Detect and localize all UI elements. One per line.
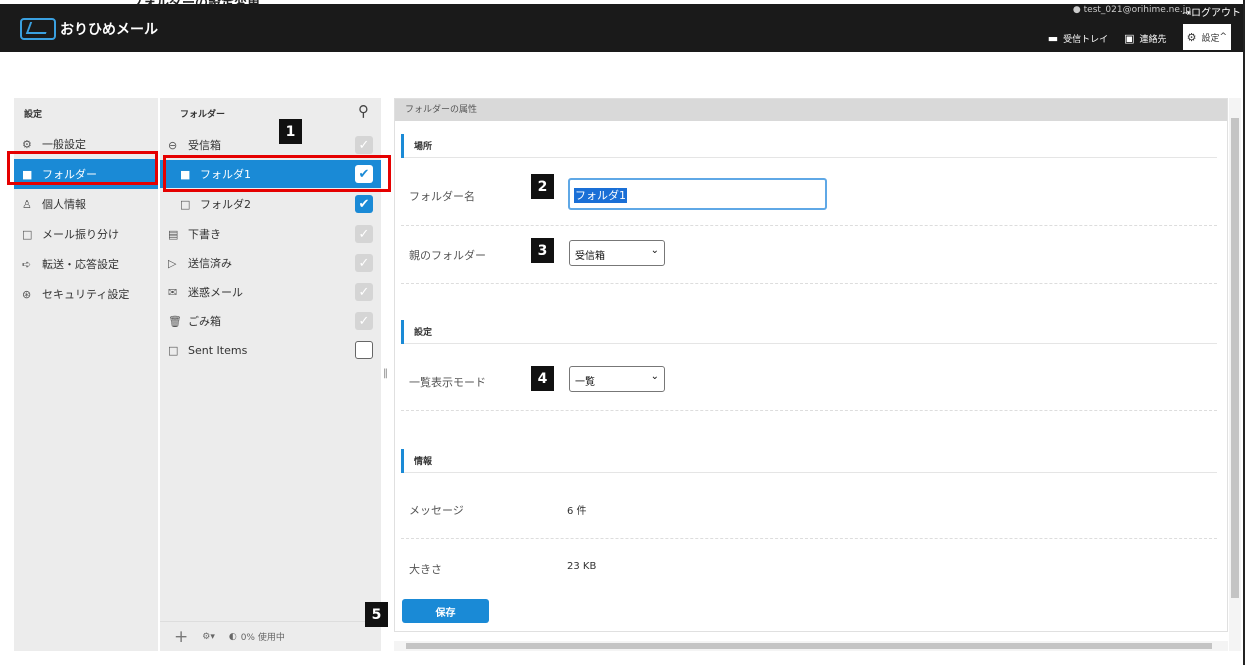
gear-icon: ⚙: [1186, 30, 1197, 44]
logo-text: おりひめメール: [60, 22, 158, 38]
usage-text: 0% 使用中: [240, 633, 285, 643]
person-icon: ♙: [22, 197, 32, 211]
nav-contacts[interactable]: ▣ 連絡先: [1124, 32, 1166, 45]
nav-inbox[interactable]: ▬ 受信トレイ: [1048, 32, 1108, 45]
menu-security[interactable]: ⊛ セキュリティ設定: [14, 279, 158, 309]
save-button[interactable]: 保存: [402, 599, 489, 623]
scroll-thumb[interactable]: [1231, 118, 1239, 598]
folder-outline-icon: □: [168, 343, 179, 357]
parent-folder-select[interactable]: 受信箱 ⌄: [569, 240, 665, 266]
folder-item[interactable]: □ フォルダ2: [160, 190, 381, 218]
gear-icon: ⚙: [22, 137, 32, 151]
menu-personal[interactable]: ♙ 個人情報: [14, 189, 158, 219]
properties-horizontal-scrollbar[interactable]: [394, 641, 1228, 651]
folder-checkbox[interactable]: ✓: [355, 225, 373, 243]
properties-vertical-scrollbar[interactable]: [1229, 98, 1241, 651]
forward-icon: ➪: [22, 257, 32, 271]
highlight-box-menu: [7, 151, 158, 185]
search-icon[interactable]: ⚲: [358, 102, 369, 120]
security-icon: ⊛: [22, 287, 32, 301]
folder-outline-icon: □: [22, 227, 33, 241]
inbox-icon: ▬: [1047, 31, 1059, 45]
messages-row: メッセージ 6 件: [401, 474, 1217, 539]
add-folder-button[interactable]: +: [174, 627, 188, 647]
menu-filter[interactable]: □ メール振り分け: [14, 219, 158, 249]
menu-forward[interactable]: ➪ 転送・応答設定: [14, 249, 158, 279]
usage-icon: ◐: [228, 631, 237, 642]
annotation-badge: 2: [531, 174, 554, 199]
draft-icon: ▤: [168, 227, 179, 241]
top-nav: ▬ 受信トレイ ▣ 連絡先 ⚙ 設定 ^: [1032, 24, 1231, 50]
send-icon: ▷: [168, 256, 177, 270]
nav-settings[interactable]: ⚙ 設定 ^: [1182, 24, 1231, 50]
settings-menu-title: 設定: [24, 110, 43, 120]
folder-checkbox[interactable]: ✓: [355, 136, 373, 154]
folder-checkbox[interactable]: ✓: [355, 254, 373, 272]
folder-item[interactable]: ▤ 下書き: [160, 220, 381, 248]
user-email: ● test_021@orihime.ne.jp: [1072, 5, 1191, 15]
folder-checkbox[interactable]: [355, 341, 373, 359]
mail-logo-icon: [20, 18, 56, 40]
view-mode-select[interactable]: 一覧 ⌄: [569, 366, 665, 392]
annotation-badge: 4: [531, 366, 554, 391]
section-location: 場所: [401, 134, 1217, 158]
folder-list-footer: + ⚙▾ ◐ 0% 使用中: [160, 621, 381, 651]
parent-folder-label: 親のフォルダー: [409, 249, 486, 262]
app-header: おりひめメール ● test_021@orihime.ne.jp ⇥ログアウト …: [0, 4, 1243, 52]
pane-splitter[interactable]: ‖: [383, 368, 388, 379]
folder-name-input[interactable]: フォルダ1: [568, 178, 827, 210]
folder-checkbox[interactable]: ✓: [355, 283, 373, 301]
chevron-down-icon: ⌄: [650, 371, 659, 382]
messages-value: 6 件: [567, 506, 587, 517]
size-row: 大きさ 23 KB: [401, 539, 1217, 597]
annotation-badge: 3: [531, 238, 554, 263]
annotation-badge: 1: [279, 119, 302, 144]
folder-checkbox[interactable]: ✔: [355, 195, 373, 213]
spam-icon: ✉: [168, 285, 178, 299]
view-mode-label: 一覧表示モード: [409, 376, 486, 389]
window-scrollbar[interactable]: [1243, 0, 1256, 665]
chevron-down-icon: ⌄: [650, 245, 659, 256]
highlight-box-folder: [163, 155, 391, 192]
scroll-thumb[interactable]: [406, 643, 1212, 649]
parent-folder-row: 親のフォルダー: [401, 226, 1217, 284]
size-label: 大きさ: [409, 563, 442, 576]
messages-label: メッセージ: [409, 504, 464, 517]
view-mode-row: 一覧表示モード: [401, 345, 1217, 411]
folder-checkbox[interactable]: ✓: [355, 312, 373, 330]
folder-name-label: フォルダー名: [409, 190, 475, 203]
folder-settings-button[interactable]: ⚙▾: [202, 632, 215, 642]
trash-icon: 🗑: [168, 314, 182, 328]
inbox-icon: ⊖: [168, 138, 178, 152]
folder-item[interactable]: ✉ 迷惑メール: [160, 278, 381, 306]
logout-link[interactable]: ⇥ログアウト: [1183, 4, 1241, 19]
section-info: 情報: [401, 449, 1217, 473]
folder-list-title: フォルダー: [180, 110, 226, 120]
section-settings: 設定: [401, 320, 1217, 344]
size-value: 23 KB: [567, 561, 597, 572]
app-logo[interactable]: おりひめメール: [20, 18, 158, 40]
annotation-badge: 5: [365, 602, 388, 627]
folder-outline-icon: □: [180, 197, 191, 211]
properties-header: フォルダーの属性: [395, 99, 1227, 121]
contacts-icon: ▣: [1124, 31, 1135, 45]
folder-item[interactable]: □ Sent Items: [160, 336, 381, 364]
folder-item[interactable]: 🗑 ごみ箱: [160, 307, 381, 335]
folder-item[interactable]: ▷ 送信済み: [160, 249, 381, 277]
